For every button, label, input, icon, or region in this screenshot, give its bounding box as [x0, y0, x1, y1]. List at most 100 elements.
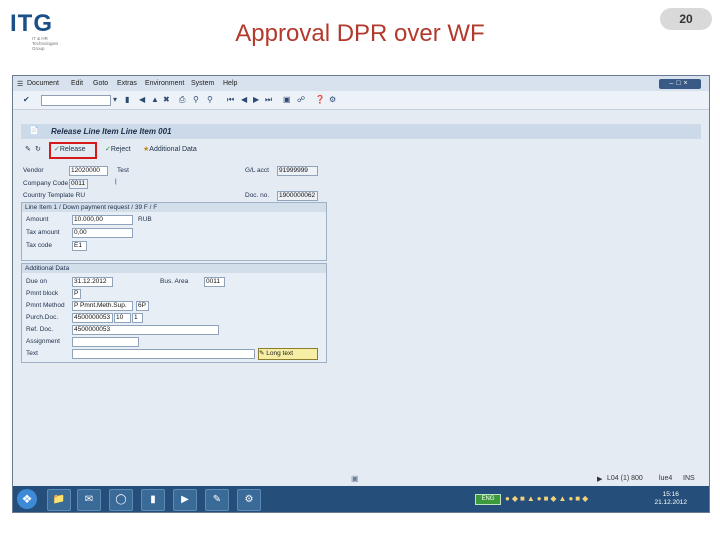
pmnt-method-field[interactable]: P Pmnt.Meth.Sup. [72, 301, 133, 311]
menu-environment[interactable]: Environment [145, 80, 184, 87]
display-change-icon[interactable]: ✎ [25, 145, 31, 153]
assignment-field[interactable] [72, 337, 139, 347]
notes-app-icon[interactable]: ✎ [205, 489, 229, 511]
tool-app-icon[interactable]: ⚙ [237, 489, 261, 511]
find-next-icon[interactable]: ⚲ [207, 95, 213, 105]
taskbar-clock[interactable]: 15:16 21.12.2012 [654, 491, 687, 507]
purch-doc-item-field[interactable]: 10 [114, 313, 131, 323]
system-tray: ENG ●◆■▲●■◆▲●■◆ 15:16 21.12.2012 [475, 490, 689, 508]
bus-area-label: Bus. Area [160, 278, 189, 285]
next-page-icon[interactable]: ▶ [253, 95, 259, 105]
pmnt-block-label: Pmnt block [26, 290, 59, 297]
ref-doc-field[interactable]: 4500000053 [72, 325, 219, 335]
menu-edit[interactable]: Edit [71, 80, 83, 87]
pmnt-method-code-field[interactable]: 6P [136, 301, 149, 311]
reject-button[interactable]: ✓Reject [105, 145, 131, 153]
back-icon[interactable]: ◀ [139, 95, 145, 105]
currency-label: RUB [138, 216, 152, 223]
status-expand-icon[interactable]: ▶ [597, 475, 602, 483]
enter-icon[interactable]: ✔ [23, 95, 30, 105]
sap-logo-icon: ▣ [351, 474, 359, 483]
slide-title: Approval DPR over WF [235, 20, 485, 47]
save-icon[interactable]: ▮ [125, 95, 129, 105]
due-on-label: Due on [26, 278, 47, 285]
additional-data-group: Additional Data Due on 31.12.2012 Bus. A… [21, 263, 327, 363]
page-number: 20 [660, 8, 712, 30]
explorer-app-icon[interactable]: 📁 [47, 489, 71, 511]
print-icon[interactable]: ⎙ [179, 95, 185, 105]
text-field[interactable] [72, 349, 255, 359]
doc-no-field[interactable]: 1900000062 [277, 191, 318, 201]
pmnt-block-field[interactable]: P [72, 289, 81, 299]
company-code-field[interactable]: 0011 [69, 179, 88, 189]
language-badge[interactable]: ENG [475, 494, 501, 505]
release-label: Release [59, 146, 86, 153]
reject-label: Reject [110, 146, 131, 153]
status-bar: ▣ ▶ L04 (1) 800 lue4 INS [13, 472, 709, 486]
find-icon[interactable]: ⚲ [193, 95, 199, 105]
long-text-button[interactable]: ✎ Long text [258, 348, 318, 360]
transaction-title-bar: 📄 Release Line Item Line Item 001 [21, 124, 701, 139]
outlook-app-icon[interactable]: ✉ [77, 489, 101, 511]
additional-data-label: Additional Data [149, 146, 197, 153]
command-field[interactable] [41, 95, 111, 106]
vendor-text: Test [117, 167, 129, 174]
menu-document[interactable]: Document [27, 80, 59, 87]
tax-amount-field[interactable]: 0,00 [72, 228, 133, 238]
gl-acct-label: G/L acct [245, 167, 269, 174]
window-controls[interactable]: –□× [659, 79, 701, 89]
additional-data-button[interactable]: ★Additional Data [143, 145, 197, 153]
vendor-label: Vendor [23, 167, 44, 174]
last-page-icon[interactable]: ⏭ [265, 95, 272, 105]
amount-label: Amount [26, 216, 49, 223]
amount-field[interactable]: 10.000,00 [72, 215, 133, 225]
menu-bar: ☰ Document Edit Goto Extras Environment … [13, 76, 709, 91]
due-on-field[interactable]: 31.12.2012 [72, 277, 113, 287]
text-cursor: | [115, 178, 117, 185]
doc-no-label: Doc. no. [245, 192, 270, 199]
browser-app-icon[interactable]: ◯ [109, 489, 133, 511]
menu-extras[interactable]: Extras [117, 80, 137, 87]
host-name: lue4 [659, 475, 673, 482]
clock-time: 15:16 [662, 491, 679, 498]
release-button[interactable]: ✓Release [54, 145, 86, 153]
tray-icons[interactable]: ●◆■▲●■◆▲●■◆ [505, 494, 590, 503]
additional-data-group-title: Additional Data [22, 264, 326, 273]
prev-page-icon[interactable]: ◀ [241, 95, 247, 105]
tax-amount-label: Tax amount [26, 229, 60, 236]
help-icon[interactable]: ❓ [315, 95, 325, 105]
new-session-icon[interactable]: ▣ [283, 95, 291, 105]
input-mode: INS [683, 475, 695, 482]
server-info: L04 (1) 800 [607, 475, 643, 482]
menu-icon[interactable]: ☰ [17, 80, 23, 88]
sap-logon-app-icon[interactable]: ▮ [141, 489, 165, 511]
first-page-icon[interactable]: ⏮ [227, 95, 234, 105]
tax-code-field[interactable]: E1 [72, 241, 87, 251]
cancel-icon[interactable]: ✖ [163, 95, 170, 105]
start-button[interactable]: ❖ [17, 489, 37, 509]
standard-toolbar: ✔ ▾ ▮ ◀ ▲ ✖ ⎙ ⚲ ⚲ ⏮ ◀ ▶ ⏭ ▣ ☍ ❓ ⚙ [13, 91, 709, 110]
menu-system[interactable]: System [191, 80, 214, 87]
customize-layout-icon[interactable]: ⚙ [329, 95, 336, 105]
text-label: Text [26, 350, 38, 357]
powerpoint-app-icon[interactable]: ▶ [173, 489, 197, 511]
bus-area-field[interactable]: 0011 [204, 277, 225, 287]
long-text-label: Long text [266, 350, 294, 357]
transaction-title: Release Line Item Line Item 001 [51, 127, 172, 136]
clock-date: 21.12.2012 [654, 499, 687, 506]
logo-text: ITG [10, 10, 53, 37]
menu-goto[interactable]: Goto [93, 80, 108, 87]
menu-help[interactable]: Help [223, 80, 237, 87]
purch-doc-field[interactable]: 4500000053 [72, 313, 113, 323]
sap-window: ☰ Document Edit Goto Extras Environment … [12, 75, 710, 513]
vendor-field[interactable]: 12020000 [69, 166, 108, 176]
gl-acct-field[interactable]: 91999999 [277, 166, 318, 176]
shortcut-icon[interactable]: ☍ [297, 95, 305, 105]
dropdown-icon[interactable]: ▾ [113, 95, 117, 105]
application-toolbar: ✎ ↻ ✓Release ✓Reject ★Additional Data [21, 141, 701, 159]
purch-doc-extra-field[interactable]: 1 [132, 313, 143, 323]
refresh-icon[interactable]: ↻ [35, 145, 41, 153]
country-template-label: Country Template RU [23, 192, 86, 199]
exit-icon[interactable]: ▲ [151, 95, 159, 105]
document-icon: 📄 [29, 126, 39, 135]
